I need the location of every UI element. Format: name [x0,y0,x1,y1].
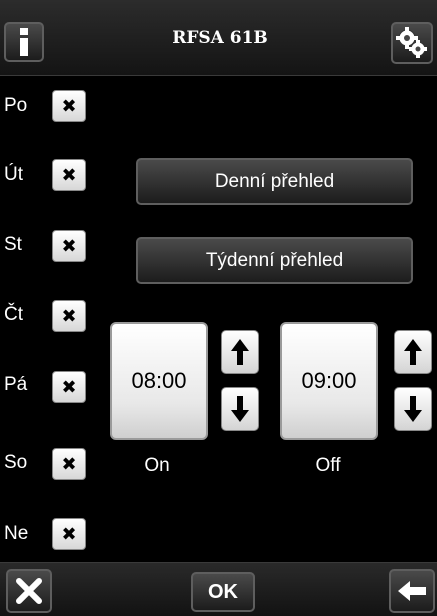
day-label-ct: Čt [4,304,23,325]
on-time-down-button[interactable] [221,387,259,431]
day-label-st: St [4,234,22,255]
day-label-pa: Pá [4,374,28,395]
day-checkbox-po[interactable]: ✖ [52,90,86,122]
day-label-ut: Út [4,164,23,185]
back-button[interactable] [389,569,435,613]
gears-icon [396,27,427,58]
on-time-display[interactable]: 08:00 [110,322,208,440]
info-icon [20,28,28,56]
info-button[interactable] [4,22,44,62]
arrow-down-icon [231,396,249,422]
cancel-button[interactable] [6,569,52,613]
day-label-po: Po [4,95,28,116]
ok-button[interactable]: OK [191,572,255,612]
weekly-overview-button[interactable]: Týdenní přehled [136,237,413,284]
back-arrow-icon [398,581,426,601]
off-time-up-button[interactable] [394,330,432,374]
off-label: Off [315,455,341,476]
arrow-up-icon [404,339,422,365]
day-checkbox-ut[interactable]: ✖ [52,159,86,191]
day-checkbox-ct[interactable]: ✖ [52,300,86,332]
close-icon [16,578,42,604]
on-label: On [144,455,170,476]
day-checkbox-pa[interactable]: ✖ [52,371,86,403]
settings-button[interactable] [391,22,433,64]
daily-overview-button[interactable]: Denní přehled [136,158,413,205]
off-time-display[interactable]: 09:00 [280,322,378,440]
on-time-up-button[interactable] [221,330,259,374]
arrow-down-icon [404,396,422,422]
day-checkbox-ne[interactable]: ✖ [52,518,86,550]
day-checkbox-st[interactable]: ✖ [52,230,86,262]
off-time-down-button[interactable] [394,387,432,431]
arrow-up-icon [231,339,249,365]
day-label-ne: Ne [4,523,29,544]
day-label-so: So [4,452,28,473]
page-title: RFSA 61B [172,28,268,48]
day-checkbox-so[interactable]: ✖ [52,448,86,480]
